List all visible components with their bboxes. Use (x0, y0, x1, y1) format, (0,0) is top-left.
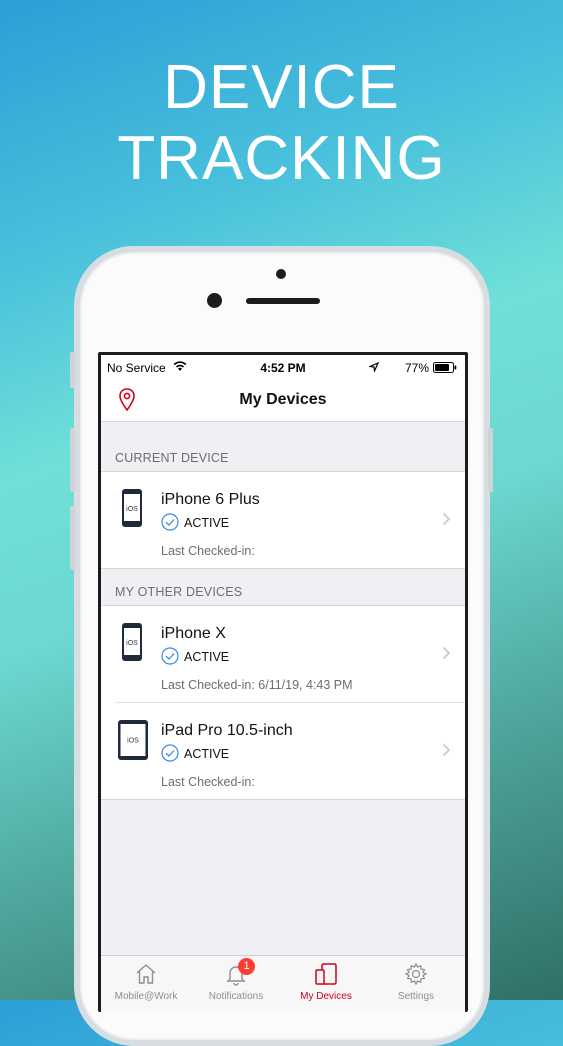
svg-text:iOS: iOS (126, 640, 138, 647)
tab-bar: Mobile@Work 1 Notifications My Devices S… (101, 955, 465, 1012)
check-circle-icon (161, 647, 179, 665)
page-title: My Devices (239, 391, 327, 408)
check-circle-icon (161, 513, 179, 531)
chevron-right-icon (442, 512, 451, 526)
phone-side-button (70, 352, 75, 388)
device-row-content: iOS iPhone 6 Plus ACTIVE Last Checked-in… (101, 472, 465, 568)
section-header-current: CURRENT DEVICE (101, 441, 465, 471)
home-icon (136, 964, 156, 984)
tab-my-devices[interactable]: My Devices (281, 956, 371, 1006)
last-checked: Last Checked-in: (161, 775, 255, 789)
status-bar: No Service 4:52 PM 77% (101, 355, 465, 381)
device-name: iPhone 6 Plus (161, 491, 260, 508)
phone-front-camera (207, 293, 222, 308)
headline-line-2: TRACKING (117, 124, 446, 193)
headline-line-1: DEVICE (163, 53, 400, 122)
last-checked: Last Checked-in: (161, 544, 255, 558)
tab-label: Mobile@Work (114, 991, 178, 1002)
tab-notifications[interactable]: 1 Notifications (191, 956, 281, 1006)
device-name: iPhone X (161, 625, 226, 642)
phone-screen: No Service 4:52 PM 77% My Devices CURREN… (98, 352, 468, 1012)
device-name: iPad Pro 10.5-inch (161, 722, 293, 739)
notification-badge: 1 (238, 958, 255, 975)
other-devices-group: iOS iPhone X ACTIVE Last Checked-in: 6/1… (101, 605, 465, 800)
section-header-other: MY OTHER DEVICES (101, 575, 465, 605)
status-label: ACTIVE (184, 516, 230, 530)
ipad-device-icon: iOS (118, 720, 148, 760)
section-title: MY OTHER DEVICES (115, 585, 243, 599)
chevron-right-icon (442, 646, 451, 660)
devices-icon (315, 963, 337, 985)
check-circle-icon (161, 744, 179, 762)
tab-label: My Devices (300, 991, 352, 1002)
status-label: ACTIVE (184, 650, 230, 664)
iphone-device-icon: iOS (122, 623, 142, 661)
device-row-content: iOS iPhone X ACTIVE Last Checked-in: 6/1… (101, 606, 465, 702)
status-label: ACTIVE (184, 747, 230, 761)
app-view: No Service 4:52 PM 77% My Devices CURREN… (101, 355, 465, 1012)
device-row[interactable]: iOS iPad Pro 10.5-inch ACTIVE Last Check… (115, 702, 465, 799)
phone-speaker (246, 298, 320, 304)
device-row[interactable]: iOS iPhone 6 Plus ACTIVE Last Checked-in… (101, 472, 465, 568)
location-arrow-icon (369, 362, 379, 372)
status-right: 77% (369, 361, 457, 375)
last-checked: Last Checked-in: 6/11/19, 4:43 PM (161, 678, 353, 692)
phone-volume-up (70, 428, 75, 492)
nav-bar: My Devices (101, 381, 465, 422)
battery-icon (433, 362, 457, 373)
svg-text:iOS: iOS (127, 738, 139, 745)
tab-label: Notifications (208, 991, 264, 1002)
battery-percent: 77% (404, 361, 429, 375)
device-row-content: iOS iPad Pro 10.5-inch ACTIVE Last Check… (101, 703, 465, 799)
svg-text:iOS: iOS (126, 506, 138, 513)
phone-volume-down (70, 506, 75, 570)
gear-icon (404, 962, 428, 986)
chevron-right-icon (442, 743, 451, 757)
section-title: CURRENT DEVICE (115, 451, 229, 465)
iphone-device-icon: iOS (122, 489, 142, 527)
tab-settings[interactable]: Settings (371, 956, 461, 1006)
current-device-group: iOS iPhone 6 Plus ACTIVE Last Checked-in… (101, 471, 465, 569)
phone-sensor (276, 269, 286, 279)
device-row[interactable]: iOS iPhone X ACTIVE Last Checked-in: 6/1… (101, 606, 465, 702)
tab-label: Settings (397, 991, 435, 1002)
phone-power-button (488, 428, 493, 492)
tab-mobile-at-work[interactable]: Mobile@Work (101, 956, 191, 1006)
